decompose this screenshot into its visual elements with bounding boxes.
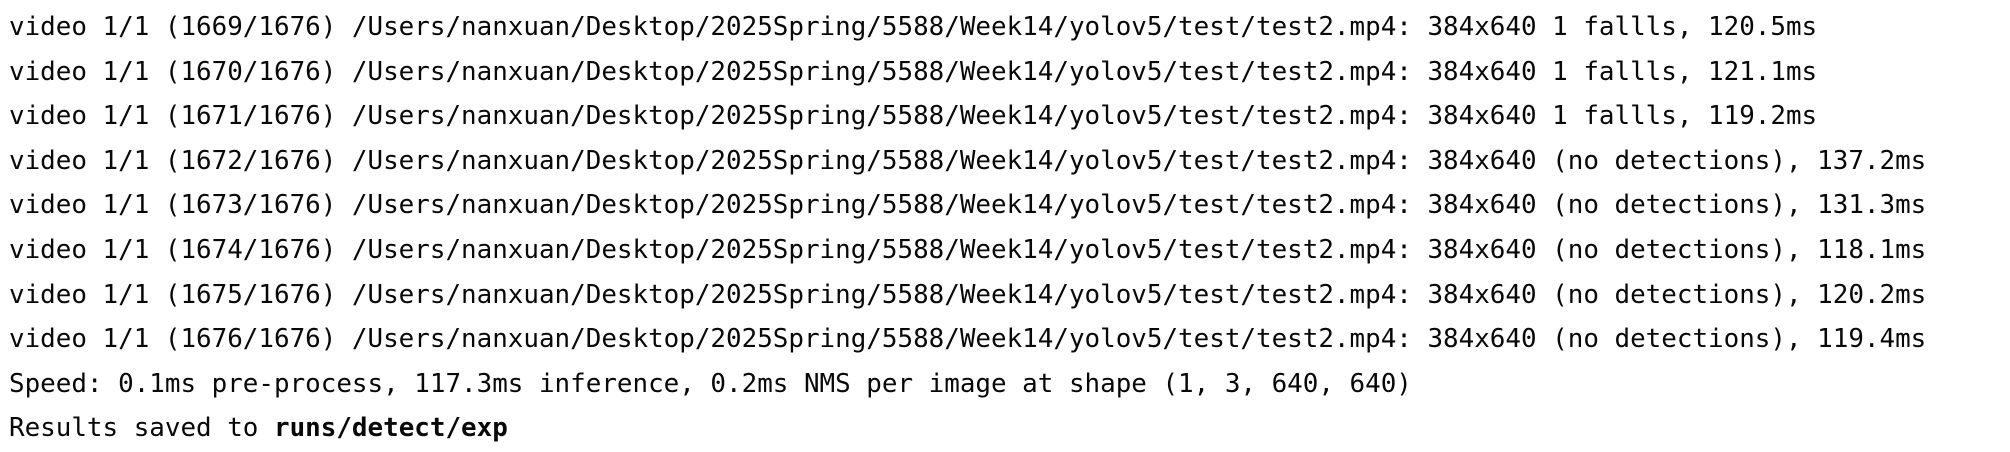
log-line: video 1/1 (1671/1676) /Users/nanxuan/Des…: [9, 101, 1818, 132]
results-path: runs/detect/exp: [274, 413, 508, 444]
log-line: video 1/1 (1670/1676) /Users/nanxuan/Des…: [9, 56, 1818, 87]
results-prefix: Results saved to: [9, 413, 274, 444]
log-line: video 1/1 (1669/1676) /Users/nanxuan/Des…: [9, 12, 1818, 42]
speed-summary-line: Speed: 0.1ms pre-process, 117.3ms infere…: [9, 368, 1412, 399]
results-line: Results saved to runs/detect/exp: [9, 406, 2010, 451]
log-line: video 1/1 (1674/1676) /Users/nanxuan/Des…: [9, 234, 1927, 265]
log-line: video 1/1 (1675/1676) /Users/nanxuan/Des…: [9, 279, 1927, 310]
log-line: video 1/1 (1672/1676) /Users/nanxuan/Des…: [9, 145, 1927, 176]
log-line: video 1/1 (1673/1676) /Users/nanxuan/Des…: [9, 190, 1927, 221]
log-line: video 1/1 (1676/1676) /Users/nanxuan/Des…: [9, 324, 1927, 355]
terminal-output[interactable]: video 1/1 (1669/1676) /Users/nanxuan/Des…: [0, 0, 2010, 452]
